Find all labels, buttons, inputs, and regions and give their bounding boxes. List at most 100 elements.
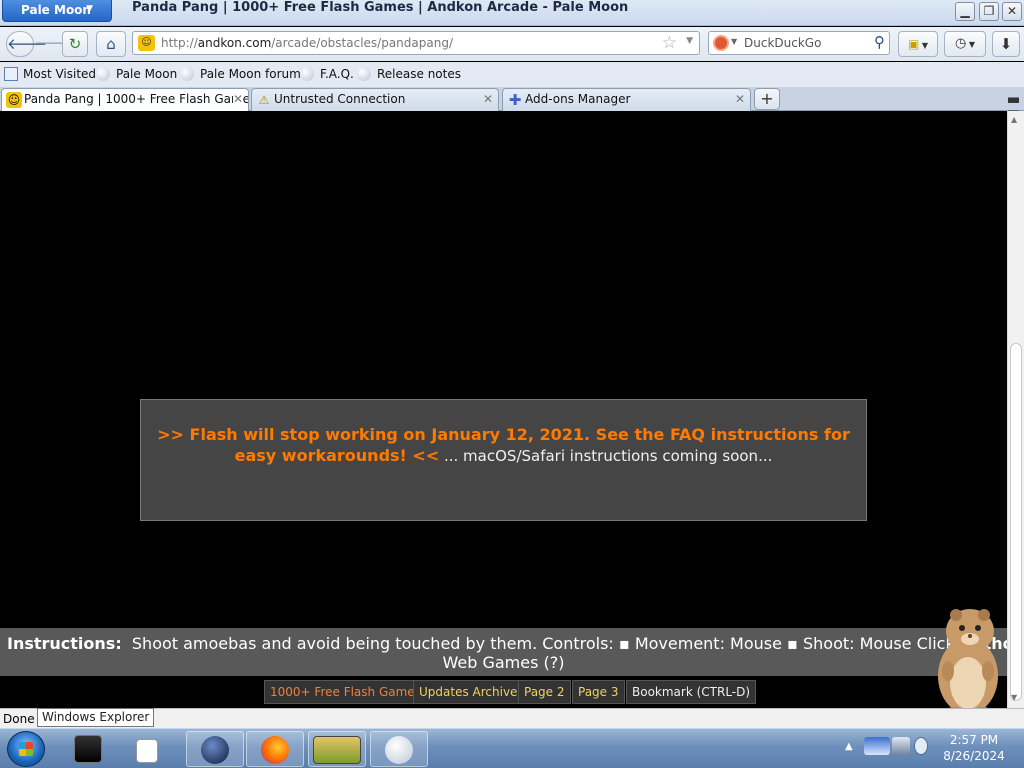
taskbar-firefox[interactable] bbox=[246, 731, 304, 767]
site-link-bar: 1000+ Free Flash Games Updates Archive P… bbox=[0, 676, 1007, 708]
taskbar-windows-explorer[interactable] bbox=[60, 731, 170, 767]
search-placeholder: DuckDuckGo bbox=[744, 36, 822, 50]
network-icon[interactable] bbox=[892, 737, 910, 755]
tab-label: Add-ons Manager bbox=[525, 92, 631, 106]
vertical-scrollbar[interactable]: ▲ ▼ bbox=[1007, 111, 1024, 708]
clock-date: 8/26/2024 bbox=[943, 749, 1005, 763]
most-visited-icon bbox=[4, 67, 18, 81]
bookmark-release-notes[interactable]: Release notes bbox=[357, 67, 461, 81]
link-free-flash-games[interactable]: 1000+ Free Flash Games bbox=[264, 680, 427, 704]
close-tab-icon[interactable]: ✕ bbox=[735, 92, 745, 106]
history-button[interactable]: ◷ ▼ bbox=[944, 31, 986, 57]
scroll-up-icon[interactable]: ▲ bbox=[1011, 115, 1017, 124]
forward-button[interactable]: 🡒 bbox=[34, 31, 74, 57]
status-text: Done bbox=[3, 712, 35, 726]
plus-icon: + bbox=[760, 89, 774, 108]
action-center-icon[interactable] bbox=[864, 737, 890, 755]
scroll-down-icon[interactable]: ▼ bbox=[1011, 693, 1017, 702]
bookmark-pale-moon[interactable]: Pale Moon bbox=[96, 67, 177, 81]
globe-icon bbox=[357, 67, 371, 81]
bookmark-label: Pale Moon bbox=[116, 67, 178, 81]
search-icon[interactable]: ⚲ bbox=[874, 33, 885, 51]
page-content: >> Flash will stop working on January 12… bbox=[0, 111, 1007, 708]
app-menu-label: Pale Moon bbox=[21, 3, 91, 17]
duckduckgo-icon[interactable] bbox=[713, 35, 729, 51]
minimize-button[interactable]: ▁ bbox=[955, 2, 975, 21]
url-domain: andkon.com bbox=[197, 36, 272, 50]
link-updates-archive[interactable]: Updates Archive bbox=[413, 680, 524, 704]
bookmarks-toolbar: Most Visited Pale Moon Pale Moon forum F… bbox=[0, 62, 1024, 87]
clock-time: 2:57 PM bbox=[949, 733, 999, 747]
tab-label: Untrusted Connection bbox=[274, 92, 406, 106]
warning-icon: ⚠ bbox=[258, 93, 270, 107]
taskbar: ▲ 2:57 PM 8/26/2024 bbox=[0, 728, 1024, 768]
pale-moon-icon bbox=[201, 736, 229, 764]
start-button[interactable] bbox=[7, 731, 45, 767]
window-title: Panda Pang | 1000+ Free Flash Games | An… bbox=[132, 0, 629, 15]
taskbar-app-sphere[interactable] bbox=[370, 731, 428, 767]
bookmarks-icon: ▣ bbox=[907, 37, 920, 51]
globe-icon bbox=[180, 67, 194, 81]
url-path: /arcade/obstacles/pandapang/ bbox=[271, 36, 453, 50]
explorer-icon bbox=[74, 735, 102, 763]
instructions-label: Instructions: bbox=[7, 634, 122, 653]
home-button[interactable]: ⌂ bbox=[96, 31, 126, 57]
taskbar-pale-moon[interactable] bbox=[186, 731, 244, 767]
tab-panda-pang[interactable]: ☺ Panda Pang | 1000+ Free Flash Games | … bbox=[1, 88, 249, 112]
url-dropdown-icon[interactable]: ▼ bbox=[686, 36, 693, 46]
media-player-icon bbox=[136, 739, 158, 763]
tab-addons-manager[interactable]: ✚ Add-ons Manager ✕ bbox=[502, 88, 751, 111]
search-engine-dropdown-icon[interactable]: ▼ bbox=[731, 37, 737, 46]
downloads-button[interactable]: ⬇ bbox=[992, 31, 1020, 57]
system-clock[interactable]: 2:57 PM 8/26/2024 bbox=[930, 732, 1018, 764]
author-text[interactable]: Web Games (?) bbox=[0, 653, 1007, 672]
volume-icon[interactable] bbox=[914, 737, 928, 755]
taskbar-game-box[interactable] bbox=[308, 731, 366, 767]
tab-bar: ☺ Panda Pang | 1000+ Free Flash Games | … bbox=[0, 87, 1024, 119]
instructions-text: Shoot amoebas and avoid being touched by… bbox=[131, 634, 960, 653]
bookmark-label: Most Visited bbox=[23, 67, 97, 81]
globe-icon bbox=[300, 67, 314, 81]
windows-logo-icon bbox=[19, 742, 33, 756]
close-tab-icon[interactable]: ✕ bbox=[483, 92, 493, 106]
url-scheme: http:// bbox=[161, 36, 198, 50]
home-icon: ⌂ bbox=[106, 35, 116, 53]
taskbar-tooltip: Windows Explorer bbox=[37, 708, 155, 727]
new-tab-button[interactable]: + bbox=[754, 88, 780, 110]
restore-button[interactable]: ❐ bbox=[979, 2, 999, 21]
bookmark-pale-moon-forum[interactable]: Pale Moon forum bbox=[180, 67, 301, 81]
reload-button[interactable]: ↻ bbox=[62, 31, 88, 57]
scrollbar-thumb[interactable] bbox=[1010, 343, 1022, 701]
show-hidden-icons-button[interactable]: ▲ bbox=[845, 741, 853, 752]
tab-untrusted-connection[interactable]: ⚠ Untrusted Connection ✕ bbox=[251, 88, 499, 111]
andkon-favicon-icon: ☺ bbox=[6, 92, 22, 108]
download-arrow-icon: ⬇ bbox=[999, 35, 1013, 53]
instructions-panel: Instructions: Shoot amoebas and avoid be… bbox=[0, 628, 1007, 676]
close-tab-icon[interactable]: ✕ bbox=[232, 92, 243, 106]
flash-note: ... macOS/Safari instructions coming soo… bbox=[439, 447, 773, 465]
bookmark-label: F.A.Q. bbox=[320, 67, 354, 81]
bookmark-star-icon[interactable]: ☆ bbox=[662, 33, 677, 53]
tab-label: Panda Pang | 1000+ Free Flash Games | A bbox=[24, 92, 248, 106]
game-box-icon bbox=[313, 736, 361, 764]
close-button[interactable]: ✕ bbox=[1002, 2, 1022, 21]
globe-icon bbox=[96, 67, 110, 81]
reload-icon: ↻ bbox=[68, 35, 82, 53]
site-favicon-icon: ☺ bbox=[138, 35, 155, 51]
bookmark-faq[interactable]: F.A.Q. bbox=[300, 67, 354, 81]
flash-notice-box: >> Flash will stop working on January 12… bbox=[140, 399, 867, 521]
puzzle-piece-icon: ✚ bbox=[508, 91, 522, 109]
link-page-2[interactable]: Page 2 bbox=[518, 680, 571, 704]
chevron-down-icon: ▼ bbox=[86, 4, 93, 14]
app-menu-button[interactable]: Pale Moon ▼ bbox=[2, 0, 112, 22]
bookmark-label: Pale Moon forum bbox=[200, 67, 301, 81]
bookmark-most-visited[interactable]: Most Visited bbox=[4, 67, 96, 81]
link-bookmark[interactable]: Bookmark (CTRL-D) bbox=[626, 680, 757, 704]
back-button[interactable]: 🡐 bbox=[6, 31, 47, 57]
bookmark-label: Release notes bbox=[377, 67, 461, 81]
bookmarks-menu-button[interactable]: ▣ ▼ bbox=[898, 31, 938, 57]
hamster-mascot-image bbox=[938, 609, 998, 708]
url-bar[interactable]: ☺ http://andkon.com/arcade/obstacles/pan… bbox=[132, 31, 700, 55]
link-page-3[interactable]: Page 3 bbox=[572, 680, 625, 704]
search-bar[interactable]: ▼ DuckDuckGo ⚲ bbox=[708, 31, 890, 55]
